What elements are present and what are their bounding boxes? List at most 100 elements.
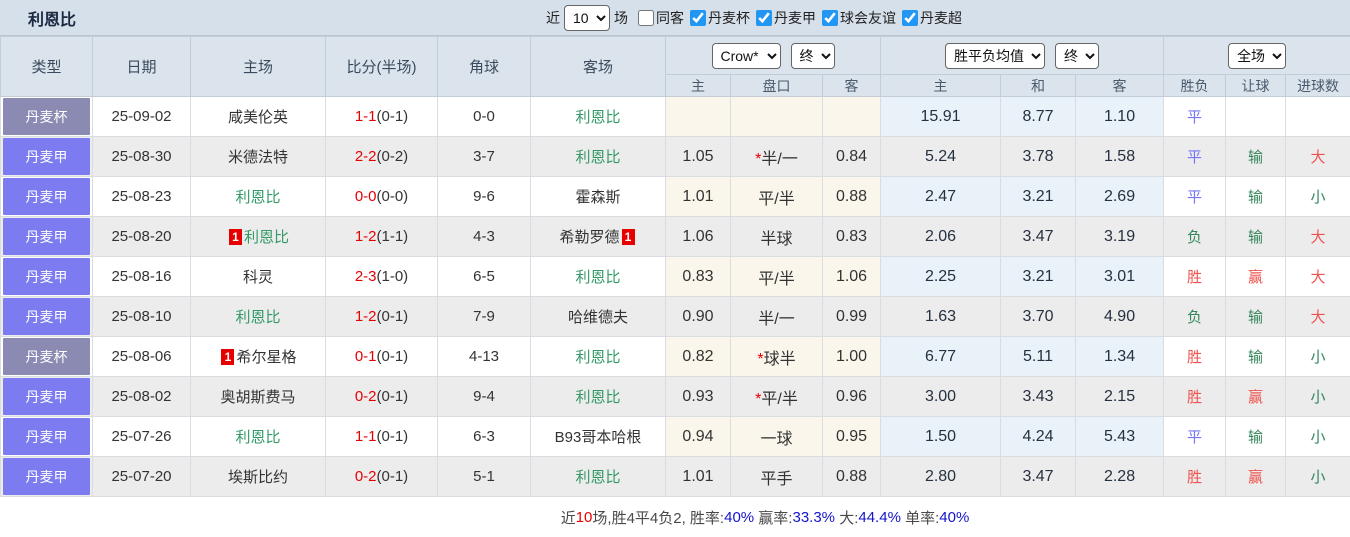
team-name: 利恩比 [575, 389, 620, 406]
halftime-score: (0-1) [377, 388, 409, 405]
league-filter-cup: 丹麦杯 [684, 8, 750, 28]
goals-result-cell: 大 [1286, 217, 1350, 257]
date-cell: 25-08-06 [93, 337, 191, 377]
odds-time-select[interactable]: 终 [791, 43, 835, 69]
date-cell: 25-08-10 [93, 297, 191, 337]
matches-label: 场 [614, 8, 628, 28]
col-header-home: 主场 [191, 37, 326, 97]
corner-cell: 6-3 [438, 417, 531, 457]
league-type-badge: 丹麦甲 [3, 298, 90, 335]
fulltime-score: 1-1 [355, 108, 377, 125]
league-type-badge: 丹麦甲 [3, 258, 90, 295]
avg-away-cell: 1.58 [1076, 137, 1164, 177]
summary-part: 44.4% [858, 509, 901, 526]
fulltime-score: 0-0 [355, 188, 377, 205]
summary-part: 单率: [901, 507, 939, 528]
bookmaker-select[interactable]: Crow* [712, 43, 781, 69]
red-card-badge: 1 [622, 229, 635, 245]
summary-part: 40% [939, 509, 969, 526]
handicap-cell: 半/一 [731, 297, 823, 337]
away-team-cell: 希勒罗德1 [531, 217, 666, 257]
match-history-panel: 利恩比 近 10 场 同客 丹麦杯 丹麦甲 球会友谊 丹麦 [0, 0, 1350, 535]
team-name: 利恩比 [244, 229, 289, 246]
goals-result-cell: 小 [1286, 417, 1350, 457]
col-header-avg-draw: 和 [1001, 75, 1076, 97]
corner-cell: 9-4 [438, 377, 531, 417]
avg-away-cell: 3.19 [1076, 217, 1164, 257]
handicap-result-cell: 输 [1226, 177, 1286, 217]
team-name: 希勒罗德 [559, 229, 619, 246]
avg-draw-cell: 3.47 [1001, 217, 1076, 257]
league-type-badge: 丹麦甲 [3, 418, 90, 455]
summary-line: 近10场,胜4平4负2, 胜率:40% 赢率:33.3% 大:44.4% 单率:… [180, 497, 1350, 537]
avg-away-cell: 2.69 [1076, 177, 1164, 217]
score-cell: 0-2(0-1) [326, 377, 438, 417]
fulltime-score: 1-1 [355, 428, 377, 445]
date-cell: 25-08-23 [93, 177, 191, 217]
date-cell: 25-07-20 [93, 457, 191, 497]
result-cell: 平 [1164, 417, 1226, 457]
avg-away-cell: 5.43 [1076, 417, 1164, 457]
avg-draw-cell: 3.43 [1001, 377, 1076, 417]
away-team-cell: 利恩比 [531, 377, 666, 417]
summary-part: 场,胜4平4负2, 胜率: [592, 507, 724, 528]
goals-result-cell: 大 [1286, 137, 1350, 177]
odds-away-cell [823, 97, 881, 137]
corner-cell: 9-6 [438, 177, 531, 217]
handicap-cell: *半/一 [731, 137, 823, 177]
team-name: 希尔星格 [236, 349, 296, 366]
handicap-cell: 平手 [731, 457, 823, 497]
recent-count-select[interactable]: 10 [564, 5, 610, 31]
team-name: 利恩比 [235, 309, 280, 326]
halftime-score: (0-1) [377, 428, 409, 445]
halftime-score: (0-1) [377, 468, 409, 485]
league-friendly-checkbox[interactable] [822, 10, 838, 26]
fulltime-score: 1-2 [355, 308, 377, 325]
fulltime-score: 0-2 [355, 468, 377, 485]
table-row: 丹麦甲25-07-26利恩比1-1(0-1)6-3B93哥本哈根0.94一球0.… [1, 417, 1350, 457]
date-cell: 25-09-02 [93, 97, 191, 137]
odds-away-cell: 0.84 [823, 137, 881, 177]
team-name: 利恩比 [575, 269, 620, 286]
odds-away-cell: 0.88 [823, 177, 881, 217]
handicap-result-cell: 赢 [1226, 377, 1286, 417]
result-cell: 平 [1164, 97, 1226, 137]
avg-odds-select[interactable]: 胜平负均值 [945, 43, 1045, 69]
date-cell: 25-08-02 [93, 377, 191, 417]
league-cup-checkbox[interactable] [690, 10, 706, 26]
away-team-cell: 利恩比 [531, 457, 666, 497]
corner-cell: 7-9 [438, 297, 531, 337]
period-select[interactable]: 全场 [1228, 43, 1286, 69]
table-header: 类型 日期 主场 比分(半场) 角球 客场 Crow* 终 胜平负均值 终 [1, 37, 1350, 97]
team-name: 利恩比 [235, 189, 280, 206]
summary-part: 赢率: [754, 507, 792, 528]
odds-home-cell: 1.01 [666, 457, 731, 497]
league-filter-friendly: 球会友谊 [816, 8, 896, 28]
result-cell: 平 [1164, 177, 1226, 217]
odds-home-cell: 1.05 [666, 137, 731, 177]
odds-away-cell: 1.06 [823, 257, 881, 297]
table-row: 丹麦杯25-08-061希尔星格0-1(0-1)4-13利恩比0.82*球半1.… [1, 337, 1350, 377]
same-away-checkbox[interactable] [638, 10, 654, 26]
col-header-odds-away: 客 [823, 75, 881, 97]
avg-time-select[interactable]: 终 [1055, 43, 1099, 69]
league-superliga-checkbox[interactable] [902, 10, 918, 26]
team-name: 利恩比 [235, 429, 280, 446]
league-type-cell: 丹麦杯 [1, 337, 93, 377]
summary-part: 40% [724, 509, 754, 526]
away-team-cell: 利恩比 [531, 337, 666, 377]
date-cell: 25-07-26 [93, 417, 191, 457]
period-group-header: 全场 [1164, 37, 1350, 75]
col-header-let-result: 让球 [1226, 75, 1286, 97]
away-team-cell: 霍森斯 [531, 177, 666, 217]
goals-result-cell: 大 [1286, 297, 1350, 337]
odds-home-cell: 1.06 [666, 217, 731, 257]
avg-draw-cell: 3.78 [1001, 137, 1076, 177]
league-type-cell: 丹麦甲 [1, 297, 93, 337]
table-row: 丹麦甲25-07-20埃斯比约0-2(0-1)5-1利恩比1.01平手0.882… [1, 457, 1350, 497]
early-odds-asterisk: * [755, 151, 761, 168]
league-first-division-checkbox[interactable] [756, 10, 772, 26]
col-header-handicap: 盘口 [731, 75, 823, 97]
league-type-badge: 丹麦甲 [3, 458, 90, 495]
handicap-cell [731, 97, 823, 137]
